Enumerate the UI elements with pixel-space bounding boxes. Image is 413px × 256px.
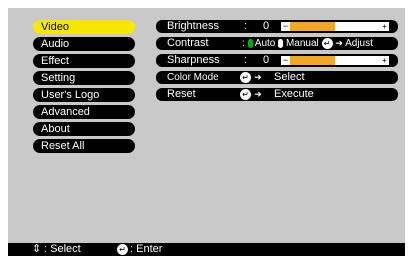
menu-item-advanced[interactable]: Advanced	[33, 105, 135, 119]
menu-item-audio[interactable]: Audio	[33, 37, 135, 51]
color-mode-row[interactable]: Color Mode ↵ ➜ Select	[156, 71, 398, 84]
sharpness-label: Sharpness	[167, 54, 220, 66]
plus-icon: +	[382, 56, 387, 65]
enter-icon: ↵	[240, 88, 251, 100]
sharpness-value: 0	[263, 54, 270, 66]
menu-item-video[interactable]: Video	[33, 20, 135, 34]
manual-indicator-icon[interactable]	[278, 38, 284, 48]
contrast-manual-label: Manual	[285, 38, 319, 49]
menu-item-about[interactable]: About	[33, 122, 135, 136]
arrow-right-icon: ➜	[254, 72, 262, 82]
color-mode-action: Select	[274, 71, 305, 83]
contrast-auto-label: Auto	[254, 38, 276, 49]
enter-icon: ↵	[240, 71, 251, 83]
sharpness-slider-fill	[290, 56, 335, 65]
up-down-arrow-icon: ⇕	[32, 243, 42, 255]
brightness-row[interactable]: Brightness : 0 − +	[156, 20, 398, 33]
contrast-row[interactable]: Contrast : Auto Manual ↵ ➜ Adjust	[156, 37, 398, 50]
menu-item-users-logo[interactable]: User's Logo	[33, 88, 135, 102]
contrast-adjust-label: Adjust	[345, 38, 373, 49]
minus-icon: −	[282, 55, 289, 65]
brightness-slider-fill	[290, 22, 335, 31]
auto-indicator-icon[interactable]	[247, 38, 253, 48]
reset-action: Execute	[274, 88, 314, 100]
brightness-colon: :	[244, 20, 248, 32]
arrow-right-icon: ➜	[335, 38, 343, 48]
menu-item-reset-all[interactable]: Reset All	[33, 139, 135, 153]
status-bar: ⇕ : Select ↵ : Enter	[8, 243, 405, 256]
enter-icon: ↵	[321, 37, 333, 49]
sharpness-row[interactable]: Sharpness : 0 − +	[156, 54, 398, 67]
contrast-label: Contrast	[167, 37, 209, 49]
contrast-colon: :	[242, 38, 245, 49]
status-select-text: : Select	[44, 243, 81, 255]
reset-label: Reset	[167, 88, 196, 100]
minus-icon: −	[282, 21, 289, 31]
enter-icon: ↵	[117, 244, 128, 255]
brightness-label: Brightness	[167, 20, 219, 32]
brightness-slider[interactable]: − +	[281, 22, 389, 31]
status-enter-text: : Enter	[130, 243, 163, 255]
sharpness-colon: :	[244, 54, 248, 66]
menu-item-setting[interactable]: Setting	[33, 71, 135, 85]
brightness-value: 0	[263, 20, 270, 32]
plus-icon: +	[382, 22, 387, 31]
arrow-right-icon: ➜	[254, 89, 262, 99]
color-mode-label: Color Mode	[167, 72, 219, 83]
reset-row[interactable]: Reset ↵ ➜ Execute	[156, 88, 398, 101]
projector-menu-screen: Video Audio Effect Setting User's Logo A…	[8, 8, 405, 243]
sharpness-slider[interactable]: − +	[281, 56, 389, 65]
menu-item-effect[interactable]: Effect	[33, 54, 135, 68]
